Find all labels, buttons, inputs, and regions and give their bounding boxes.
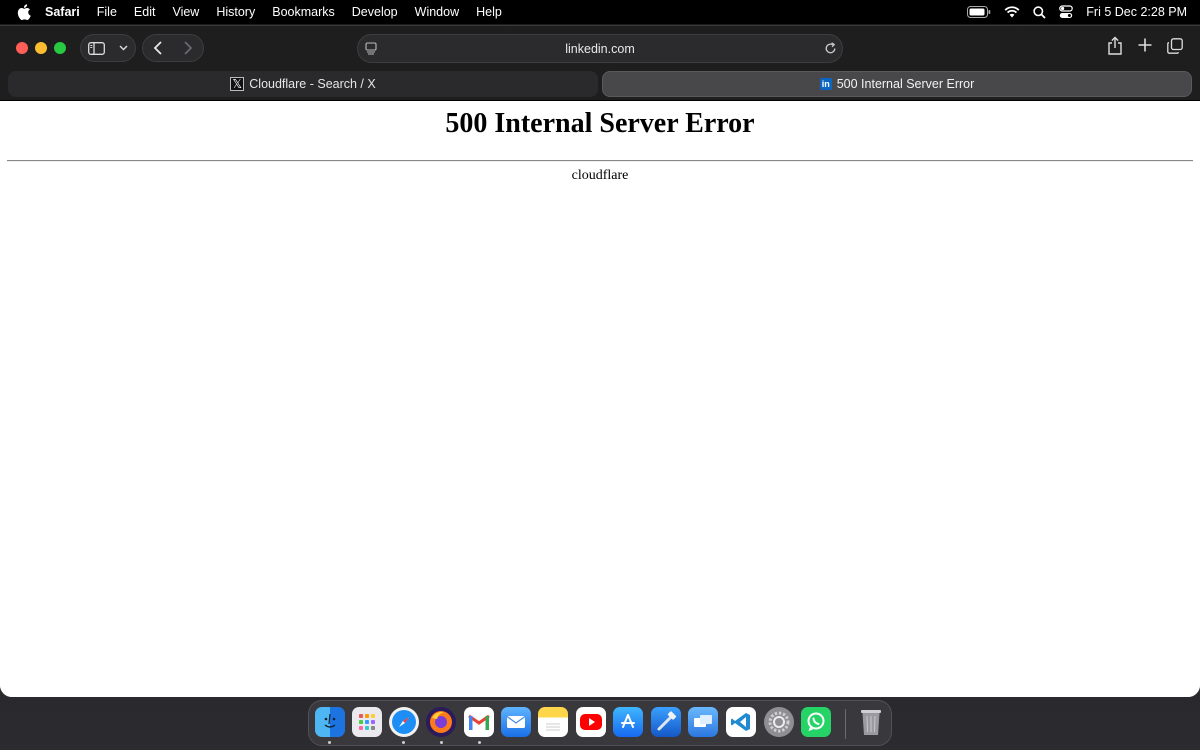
error-heading: 500 Internal Server Error <box>445 108 755 139</box>
menu-history[interactable]: History <box>216 5 255 19</box>
safari-icon[interactable] <box>389 707 419 737</box>
sidebar-toggle-button[interactable] <box>80 34 136 62</box>
share-icon[interactable] <box>1107 36 1123 56</box>
running-indicator <box>440 741 443 744</box>
tab-linkedin-error[interactable]: in 500 Internal Server Error <box>602 71 1192 97</box>
xcode-icon[interactable] <box>651 707 681 737</box>
tab-cloudflare-search[interactable]: 𝕏 Cloudflare - Search / X <box>8 71 598 97</box>
visual-studio-code-icon[interactable] <box>726 707 756 737</box>
navigation-buttons <box>142 34 204 62</box>
x-logo-icon: 𝕏 <box>230 77 245 91</box>
page-content: 500 Internal Server Error cloudflare <box>0 101 1200 697</box>
whatsapp-icon[interactable] <box>801 707 831 737</box>
mail-icon[interactable] <box>501 707 531 737</box>
menu-develop[interactable]: Develop <box>352 5 398 19</box>
running-indicator <box>402 741 405 744</box>
back-button[interactable] <box>153 41 163 55</box>
youtube-icon[interactable] <box>576 707 606 737</box>
menu-help[interactable]: Help <box>476 5 502 19</box>
menu-view[interactable]: View <box>172 5 199 19</box>
dock <box>308 700 892 746</box>
app-store-icon[interactable] <box>613 707 643 737</box>
launchpad-icon[interactable] <box>352 707 382 737</box>
menu-window[interactable]: Window <box>415 5 459 19</box>
tab-overview-icon[interactable] <box>1167 38 1183 54</box>
wifi-icon[interactable] <box>1004 6 1020 18</box>
status-area: Fri 5 Dec 2:28 PM <box>967 0 1200 24</box>
url-text: linkedin.com <box>565 42 635 56</box>
reload-icon[interactable] <box>824 42 837 55</box>
minimize-window-button[interactable] <box>35 42 47 54</box>
sidebar-icon <box>88 41 105 55</box>
tab-title: 500 Internal Server Error <box>836 77 975 91</box>
remote-desktop-icon[interactable] <box>688 707 718 737</box>
firefox-icon[interactable] <box>426 707 456 737</box>
menu-file[interactable]: File <box>97 5 117 19</box>
trash-icon[interactable] <box>856 707 886 737</box>
finder-icon[interactable] <box>315 707 345 737</box>
tab-title: Cloudflare - Search / X <box>249 77 376 91</box>
chevron-down-icon <box>119 45 128 51</box>
zoom-window-button[interactable] <box>54 42 66 54</box>
menu-app-name[interactable]: Safari <box>45 5 80 19</box>
address-bar[interactable]: linkedin.com <box>357 34 843 63</box>
server-name: cloudflare <box>571 168 629 183</box>
control-center-icon[interactable] <box>1059 5 1074 19</box>
forward-button[interactable] <box>183 41 193 55</box>
menu-edit[interactable]: Edit <box>134 5 156 19</box>
menu-bar: Safari File Edit View History Bookmarks … <box>0 0 1200 24</box>
apple-menu-icon[interactable] <box>17 4 31 20</box>
system-settings-icon[interactable] <box>764 707 794 737</box>
clock[interactable]: Fri 5 Dec 2:28 PM <box>1086 5 1187 19</box>
notes-icon[interactable] <box>538 707 568 737</box>
close-window-button[interactable] <box>16 42 28 54</box>
menu-bookmarks[interactable]: Bookmarks <box>272 5 335 19</box>
tab-bar: 𝕏 Cloudflare - Search / X in 500 Interna… <box>0 69 1200 101</box>
dock-separator <box>845 709 846 739</box>
spotlight-search-icon[interactable] <box>1033 5 1046 19</box>
battery-icon[interactable] <box>967 6 991 18</box>
running-indicator <box>478 741 481 744</box>
running-indicator <box>328 741 331 744</box>
browser-window: linkedin.com 𝕏 Cloudflare - Search / X i… <box>0 25 1200 697</box>
gmail-icon[interactable] <box>464 707 494 737</box>
browser-toolbar: linkedin.com <box>0 25 1200 69</box>
divider <box>7 160 1193 162</box>
linkedin-icon: in <box>819 78 832 90</box>
new-tab-icon[interactable] <box>1138 38 1152 52</box>
